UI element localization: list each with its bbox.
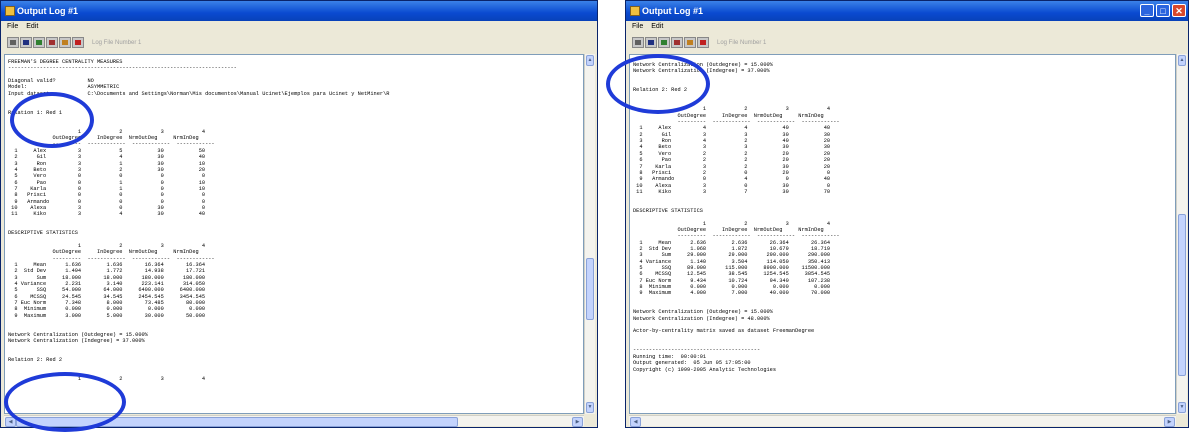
toolbar: Log File Number 1 bbox=[626, 33, 1188, 53]
menu-file[interactable]: File bbox=[632, 23, 643, 30]
menu-file[interactable]: File bbox=[7, 23, 18, 30]
log-file-label: Log File Number 1 bbox=[717, 40, 767, 46]
log-text-area[interactable]: FREEMAN'S DEGREE CENTRALITY MEASURES ---… bbox=[4, 54, 584, 414]
close-log-icon[interactable] bbox=[59, 37, 71, 48]
scroll-thumb[interactable] bbox=[1178, 214, 1186, 376]
menu-edit[interactable]: Edit bbox=[651, 23, 663, 30]
title-bar[interactable]: Output Log #1 bbox=[1, 1, 597, 21]
menu-edit[interactable]: Edit bbox=[26, 23, 38, 30]
menu-bar: File Edit bbox=[626, 21, 1188, 33]
toolbar: Log File Number 1 bbox=[1, 33, 597, 53]
print-icon[interactable] bbox=[7, 37, 19, 48]
annotation-ellipse bbox=[10, 92, 94, 148]
scroll-left-icon[interactable]: ◀ bbox=[630, 417, 641, 427]
output-log-window-left: Output Log #1 File Edit Log File Number … bbox=[0, 0, 598, 428]
vertical-scrollbar[interactable]: ▲ ▼ bbox=[1176, 54, 1187, 414]
copy-icon[interactable] bbox=[671, 37, 683, 48]
find-icon[interactable] bbox=[658, 37, 670, 48]
save-icon[interactable] bbox=[20, 37, 32, 48]
app-icon bbox=[630, 6, 640, 16]
title-bar[interactable]: Output Log #1 _ □ ✕ bbox=[626, 1, 1188, 21]
scroll-up-icon[interactable]: ▲ bbox=[1178, 55, 1186, 66]
annotation-ellipse bbox=[4, 372, 126, 432]
scroll-right-icon[interactable]: ▶ bbox=[572, 417, 583, 427]
close-log-icon[interactable] bbox=[684, 37, 696, 48]
scroll-down-icon[interactable]: ▼ bbox=[586, 402, 594, 413]
scroll-thumb[interactable] bbox=[586, 258, 594, 320]
stop-icon[interactable] bbox=[697, 37, 709, 48]
maximize-button[interactable]: □ bbox=[1156, 4, 1170, 17]
annotation-ellipse bbox=[606, 54, 710, 114]
close-button[interactable]: ✕ bbox=[1172, 4, 1186, 17]
scroll-up-icon[interactable]: ▲ bbox=[586, 55, 594, 66]
scroll-down-icon[interactable]: ▼ bbox=[1178, 402, 1186, 413]
find-icon[interactable] bbox=[33, 37, 45, 48]
stop-icon[interactable] bbox=[72, 37, 84, 48]
window-title: Output Log #1 bbox=[642, 6, 703, 16]
log-file-label: Log File Number 1 bbox=[92, 40, 142, 46]
save-icon[interactable] bbox=[645, 37, 657, 48]
vertical-scrollbar[interactable]: ▲ ▼ bbox=[584, 54, 595, 414]
app-icon bbox=[5, 6, 15, 16]
scroll-right-icon[interactable]: ▶ bbox=[1164, 417, 1175, 427]
minimize-button[interactable]: _ bbox=[1140, 4, 1154, 17]
log-text-area[interactable]: Network Centralization (Outdegree) = 15.… bbox=[629, 54, 1176, 414]
output-log-window-right: Output Log #1 _ □ ✕ File Edit Log File N… bbox=[625, 0, 1189, 428]
horizontal-scrollbar[interactable]: ◀ ▶ bbox=[629, 415, 1176, 427]
window-title: Output Log #1 bbox=[17, 6, 78, 16]
copy-icon[interactable] bbox=[46, 37, 58, 48]
print-icon[interactable] bbox=[632, 37, 644, 48]
menu-bar: File Edit bbox=[1, 21, 597, 33]
